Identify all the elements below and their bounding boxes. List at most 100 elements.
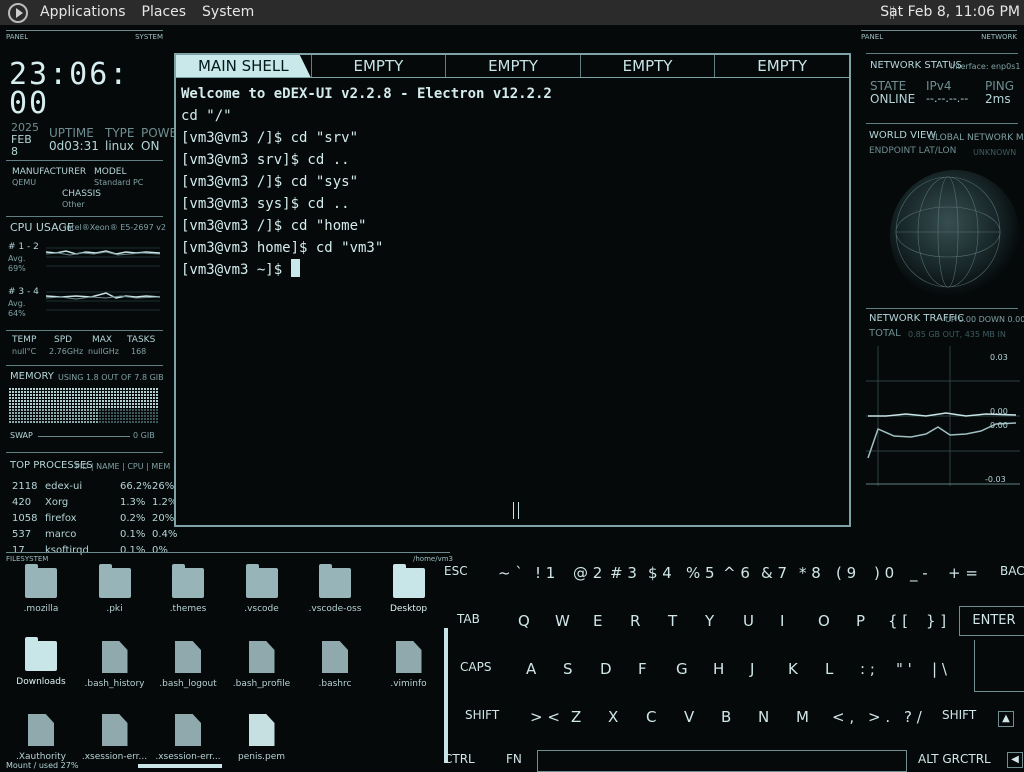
terminal-line: [vm3@vm3 /]$ cd "home"	[181, 218, 367, 234]
key-4[interactable]: $ 4	[648, 564, 672, 582]
key-y[interactable]: Y	[705, 612, 714, 630]
key-shift[interactable]: SHIFT	[465, 708, 499, 722]
tab-main-shell[interactable]: MAIN SHELL	[176, 55, 311, 77]
key-[interactable]: > .	[868, 708, 890, 726]
file-item[interactable]: .bash_profile	[227, 641, 297, 689]
key-i[interactable]: I	[780, 612, 784, 630]
file-item[interactable]: Desktop	[374, 564, 444, 614]
key-3[interactable]: # 3	[610, 564, 637, 582]
key-fn[interactable]: FN	[506, 752, 522, 766]
file-item[interactable]: .Xauthority	[6, 714, 76, 762]
file-item[interactable]: .bash_logout	[153, 641, 223, 689]
key-v[interactable]: V	[684, 708, 694, 726]
key-8[interactable]: * 8	[799, 564, 821, 582]
traffic-tick-mid2: 0.00	[990, 421, 1008, 430]
terminal-tabs: MAIN SHELL EMPTY EMPTY EMPTY EMPTY	[176, 55, 849, 77]
scrollbar[interactable]	[444, 628, 448, 763]
key-f[interactable]: F	[638, 660, 647, 678]
applications-menu[interactable]: Applications	[32, 0, 134, 25]
file-item[interactable]: .bashrc	[300, 641, 370, 689]
enter-key-lower[interactable]	[974, 640, 1024, 692]
key-k[interactable]: K	[788, 660, 798, 678]
terminal-output[interactable]: Welcome to eDEX-UI v2.2.8 - Electron v12…	[181, 83, 552, 281]
key-c[interactable]: C	[646, 708, 656, 726]
divider	[6, 330, 163, 331]
key-g[interactable]: G	[676, 660, 688, 678]
key-0[interactable]: ) 0	[874, 564, 894, 582]
file-item[interactable]: .pki	[80, 564, 150, 614]
key-l[interactable]: L	[825, 660, 833, 678]
key-a[interactable]: A	[526, 660, 536, 678]
places-menu[interactable]: Places	[134, 0, 195, 25]
core1-pct: 69%	[8, 264, 26, 273]
file-item[interactable]: penis.pem	[227, 714, 297, 762]
key-ctrl[interactable]: CTRL	[960, 752, 991, 766]
tab-empty-3[interactable]: EMPTY	[579, 55, 715, 77]
file-item[interactable]: .xsession-err...	[80, 714, 150, 762]
arrow-left-icon[interactable]: ◀	[1007, 752, 1023, 768]
file-item[interactable]: .viminfo	[374, 641, 444, 689]
tab-empty-1[interactable]: EMPTY	[310, 55, 446, 77]
key-ctrl[interactable]: CTRL	[444, 752, 475, 766]
key-9[interactable]: ( 9	[836, 564, 856, 582]
gnome-logo-icon[interactable]	[8, 2, 28, 23]
key-shift[interactable]: SHIFT	[942, 708, 976, 722]
key-r[interactable]: R	[630, 612, 640, 630]
file-item[interactable]: .mozilla	[6, 564, 76, 614]
key-[interactable]: } ]	[926, 612, 946, 630]
file-item[interactable]: .bash_history	[80, 641, 150, 689]
key-7[interactable]: & 7	[761, 564, 787, 582]
enter-key[interactable]: ENTER	[959, 606, 1024, 636]
key-n[interactable]: N	[758, 708, 769, 726]
key-[interactable]: { [	[888, 612, 908, 630]
key-2[interactable]: @ 2	[573, 564, 602, 582]
key-[interactable]: > <	[530, 708, 560, 726]
terminal-window[interactable]: MAIN SHELL EMPTY EMPTY EMPTY EMPTY Welco…	[174, 53, 851, 527]
key-x[interactable]: X	[608, 708, 618, 726]
terminal-cursor	[290, 259, 300, 277]
file-item[interactable]: Downloads	[6, 637, 76, 687]
key-[interactable]: " '	[896, 660, 912, 678]
arrow-up-icon[interactable]: ▲	[998, 711, 1014, 727]
file-label: Desktop	[389, 604, 428, 614]
key-5[interactable]: % 5	[686, 564, 715, 582]
file-item[interactable]: .vscode	[227, 564, 297, 614]
key-u[interactable]: U	[743, 612, 754, 630]
key-1[interactable]: ! 1	[535, 564, 555, 582]
key-z[interactable]: Z	[571, 708, 581, 726]
tab-empty-4[interactable]: EMPTY	[714, 55, 849, 77]
system-menu[interactable]: System	[194, 0, 262, 25]
key-caps[interactable]: CAPS	[460, 660, 491, 674]
key-[interactable]: ? /	[904, 708, 922, 726]
key-p[interactable]: P	[856, 612, 865, 630]
key-[interactable]: < ,	[832, 708, 854, 726]
key-[interactable]: ~ `	[498, 564, 523, 582]
key-bac[interactable]: BAC	[1000, 564, 1024, 578]
key-b[interactable]: B	[721, 708, 731, 726]
file-item[interactable]: .vscode-oss	[300, 564, 370, 614]
key-tab[interactable]: TAB	[457, 612, 480, 626]
key-q[interactable]: Q	[518, 612, 530, 630]
key-j[interactable]: J	[750, 660, 754, 678]
file-icon	[175, 714, 201, 746]
tab-empty-2[interactable]: EMPTY	[445, 55, 580, 77]
file-item[interactable]: .themes	[153, 564, 223, 614]
key-t[interactable]: T	[668, 612, 677, 630]
key-alt-gr[interactable]: ALT GR	[918, 752, 960, 766]
key-o[interactable]: O	[818, 612, 830, 630]
key-e[interactable]: E	[593, 612, 602, 630]
key-s[interactable]: S	[563, 660, 573, 678]
key-esc[interactable]: ESC	[444, 564, 468, 578]
key-d[interactable]: D	[600, 660, 612, 678]
key-h[interactable]: H	[713, 660, 724, 678]
key-w[interactable]: W	[555, 612, 570, 630]
key-6[interactable]: ^ 6	[723, 564, 750, 582]
key-[interactable]: _ -	[910, 564, 928, 582]
key-[interactable]: | \	[932, 660, 947, 678]
key-[interactable]: : ;	[860, 660, 875, 678]
spacebar[interactable]	[537, 750, 907, 772]
clock[interactable]: Sat Feb 8, 11:06 PM	[880, 0, 1020, 25]
key-m[interactable]: M	[796, 708, 809, 726]
key-[interactable]: + =	[948, 564, 978, 582]
file-item[interactable]: .xsession-err...	[153, 714, 223, 762]
